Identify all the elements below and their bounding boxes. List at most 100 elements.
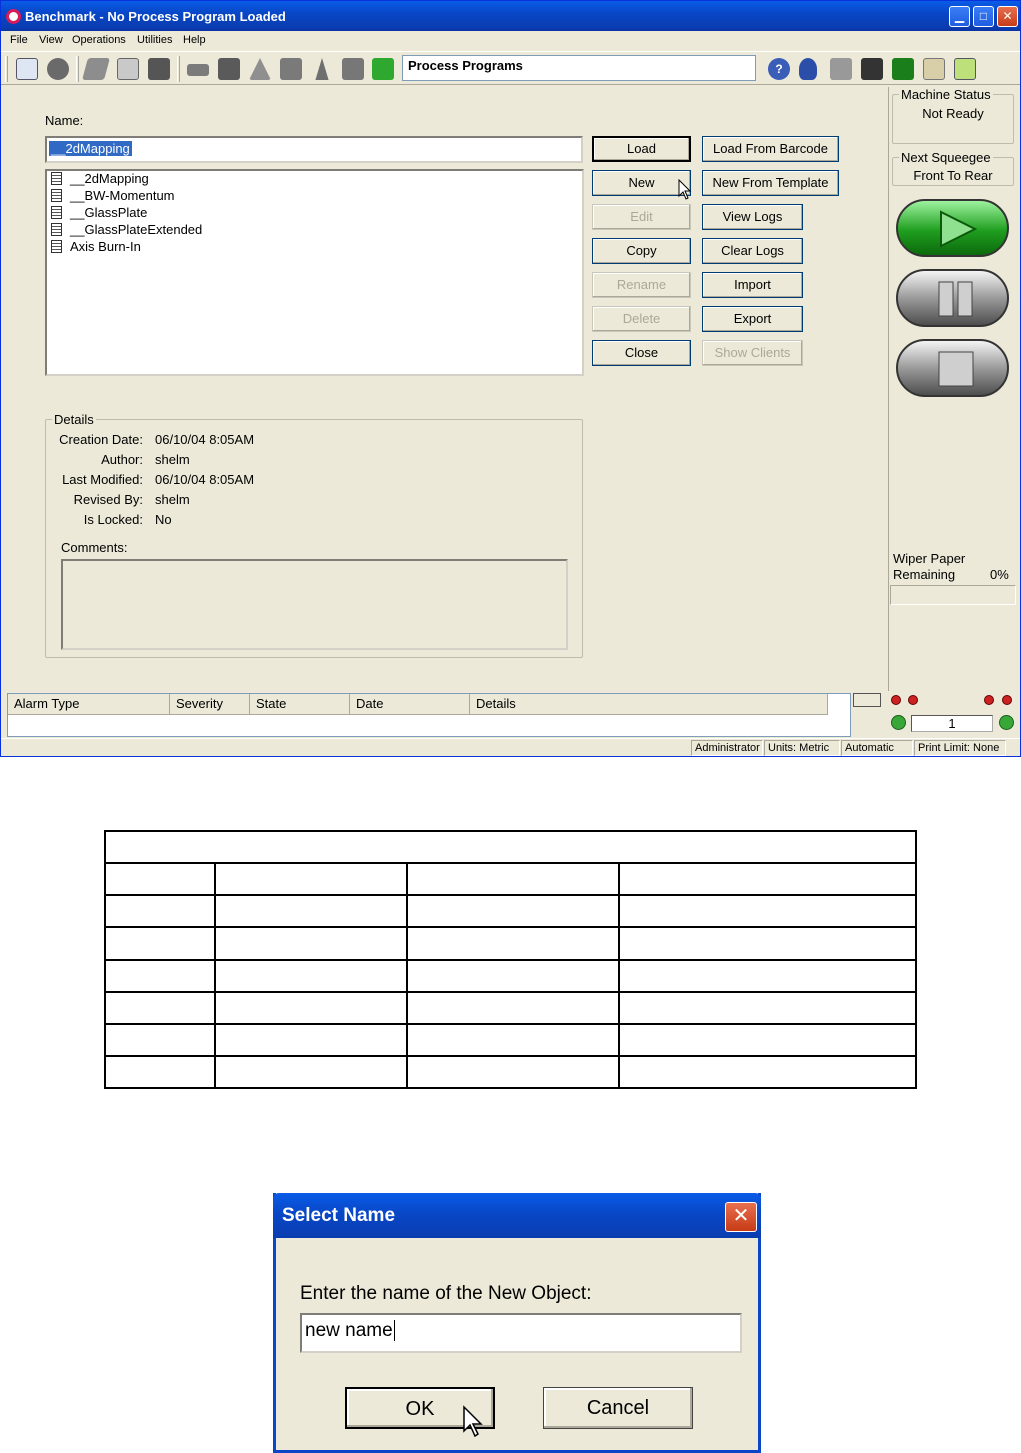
machine-panel: Machine Status Not Ready Next Squeegee F… — [888, 87, 1018, 691]
alarm-led-icon — [908, 695, 918, 705]
status-bar: Administrator Units: Metric Automatic Pr… — [1, 738, 1020, 756]
table-row — [104, 862, 917, 897]
toolbar-separator — [177, 56, 180, 82]
edit-document-icon[interactable] — [117, 58, 139, 80]
comments-label: Comments: — [61, 540, 128, 555]
alarm-column-header[interactable]: Date — [350, 694, 470, 715]
program-list[interactable]: __2dMapping __BW-Momentum __GlassPlate _… — [45, 169, 584, 376]
new-from-template-button[interactable]: New From Template — [702, 170, 839, 196]
status-units: Units: Metric — [764, 740, 840, 756]
list-item[interactable]: __BW-Momentum — [51, 188, 175, 205]
back-arrow-icon[interactable] — [47, 58, 69, 80]
next-squeegee-value: Front To Rear — [913, 168, 993, 183]
wiper-paper-label: Wiper Paper — [893, 551, 966, 566]
alarm-column-header[interactable]: Details — [470, 694, 828, 715]
computer-icon[interactable] — [16, 58, 38, 80]
play-icon — [940, 210, 978, 248]
list-item[interactable]: Axis Burn-In — [51, 239, 141, 256]
clipboard-icon[interactable] — [923, 58, 945, 80]
floppy-icon[interactable] — [861, 58, 883, 80]
close-window-button[interactable]: ✕ — [997, 6, 1018, 27]
triangle-tool-icon[interactable] — [249, 58, 271, 80]
status-mode: Automatic — [841, 740, 913, 756]
process-programs-field: Process Programs — [402, 55, 756, 81]
menu-operations[interactable]: Operations — [72, 34, 126, 46]
pause-icon — [938, 281, 973, 317]
table-row — [104, 926, 917, 961]
clear-logs-button[interactable]: Clear Logs — [702, 238, 803, 264]
minimize-button[interactable]: ▁ — [949, 6, 970, 27]
edit-button[interactable]: Edit — [592, 204, 691, 230]
toolbar: Process Programs ? — [1, 51, 1020, 85]
show-clients-button[interactable]: Show Clients — [702, 340, 803, 366]
view-logs-button[interactable]: View Logs — [702, 204, 803, 230]
table-row — [104, 958, 917, 993]
stop-button[interactable] — [896, 339, 1009, 397]
alarm-column-header[interactable]: State — [250, 694, 350, 715]
download-tool-icon[interactable] — [280, 58, 302, 80]
lightbulb-icon[interactable] — [799, 58, 817, 80]
menu-help[interactable]: Help — [183, 34, 206, 46]
table-row — [104, 990, 917, 1025]
lock-icon[interactable] — [372, 58, 394, 80]
align-tool-icon[interactable] — [315, 58, 329, 80]
squeegee-icon[interactable] — [187, 64, 209, 76]
report-icon[interactable] — [954, 58, 976, 80]
comments-box[interactable] — [61, 559, 568, 650]
revised-by-value: shelm — [155, 492, 190, 507]
last-modified-value: 06/10/04 8:05AM — [155, 472, 255, 487]
wiper-remaining-value: 0% — [990, 567, 1009, 582]
main-window: Benchmark - No Process Program Loaded ▁ … — [0, 0, 1021, 757]
table-row — [104, 894, 917, 929]
is-locked-value: No — [155, 512, 172, 527]
mouse-cursor-icon — [678, 179, 692, 200]
stencil-icon[interactable] — [218, 58, 240, 80]
revised-by-label: Revised By: — [73, 492, 143, 507]
app-logo-icon — [6, 9, 21, 24]
load-button[interactable]: Load — [592, 136, 691, 162]
help-icon[interactable]: ? — [768, 58, 790, 80]
lift-tool-icon[interactable] — [342, 58, 364, 80]
maximize-button[interactable]: □ — [973, 6, 994, 27]
name-selected-text: __2dMapping — [49, 141, 132, 156]
card-tool-icon[interactable] — [830, 58, 852, 80]
save-disk-icon[interactable] — [148, 58, 170, 80]
cancel-button[interactable]: Cancel — [543, 1387, 693, 1429]
list-item[interactable]: __2dMapping — [51, 171, 149, 188]
new-name-input[interactable]: new name — [300, 1313, 742, 1353]
menu-utilities[interactable]: Utilities — [137, 34, 172, 46]
program-name-input[interactable]: __2dMapping — [45, 136, 583, 163]
run-button[interactable] — [896, 199, 1009, 257]
export-button[interactable]: Export — [702, 306, 803, 332]
author-label: Author: — [101, 452, 143, 467]
creation-date-value: 06/10/04 8:05AM — [155, 432, 255, 447]
program-file-icon — [51, 189, 62, 202]
import-button[interactable]: Import — [702, 272, 803, 298]
alarm-column-header[interactable]: Alarm Type — [8, 694, 170, 715]
open-folder-icon[interactable] — [82, 58, 110, 80]
list-item[interactable]: __GlassPlate — [51, 205, 147, 222]
dialog-close-button[interactable]: ✕ — [725, 1202, 757, 1232]
pause-button[interactable] — [896, 269, 1009, 327]
blank-table — [104, 829, 917, 1090]
list-item[interactable]: __GlassPlateExtended — [51, 222, 202, 239]
dialog-title: Select Name — [273, 1193, 761, 1238]
status-led-icon — [891, 715, 906, 730]
alarm-column-header[interactable]: Severity — [170, 694, 250, 715]
machine-status-title: Machine Status — [901, 87, 991, 102]
name-label: Name: — [45, 113, 84, 128]
is-locked-label: Is Locked: — [83, 512, 143, 527]
alarm-led-icon — [891, 695, 901, 705]
menu-file[interactable]: File — [10, 34, 28, 46]
menu-view[interactable]: View — [39, 34, 63, 46]
copy-button[interactable]: Copy — [592, 238, 691, 264]
new-button[interactable]: New — [592, 170, 691, 196]
rename-button[interactable]: Rename — [592, 272, 691, 298]
close-button[interactable]: Close — [592, 340, 691, 366]
alarm-view-toggle-icon[interactable] — [853, 693, 881, 707]
board-icon[interactable] — [892, 58, 914, 80]
load-from-barcode-button[interactable]: Load From Barcode — [702, 136, 839, 162]
counter-display: 1 — [911, 715, 993, 732]
delete-button[interactable]: Delete — [592, 306, 691, 332]
alarm-list[interactable]: Alarm Type Severity State Date Details — [7, 693, 851, 737]
